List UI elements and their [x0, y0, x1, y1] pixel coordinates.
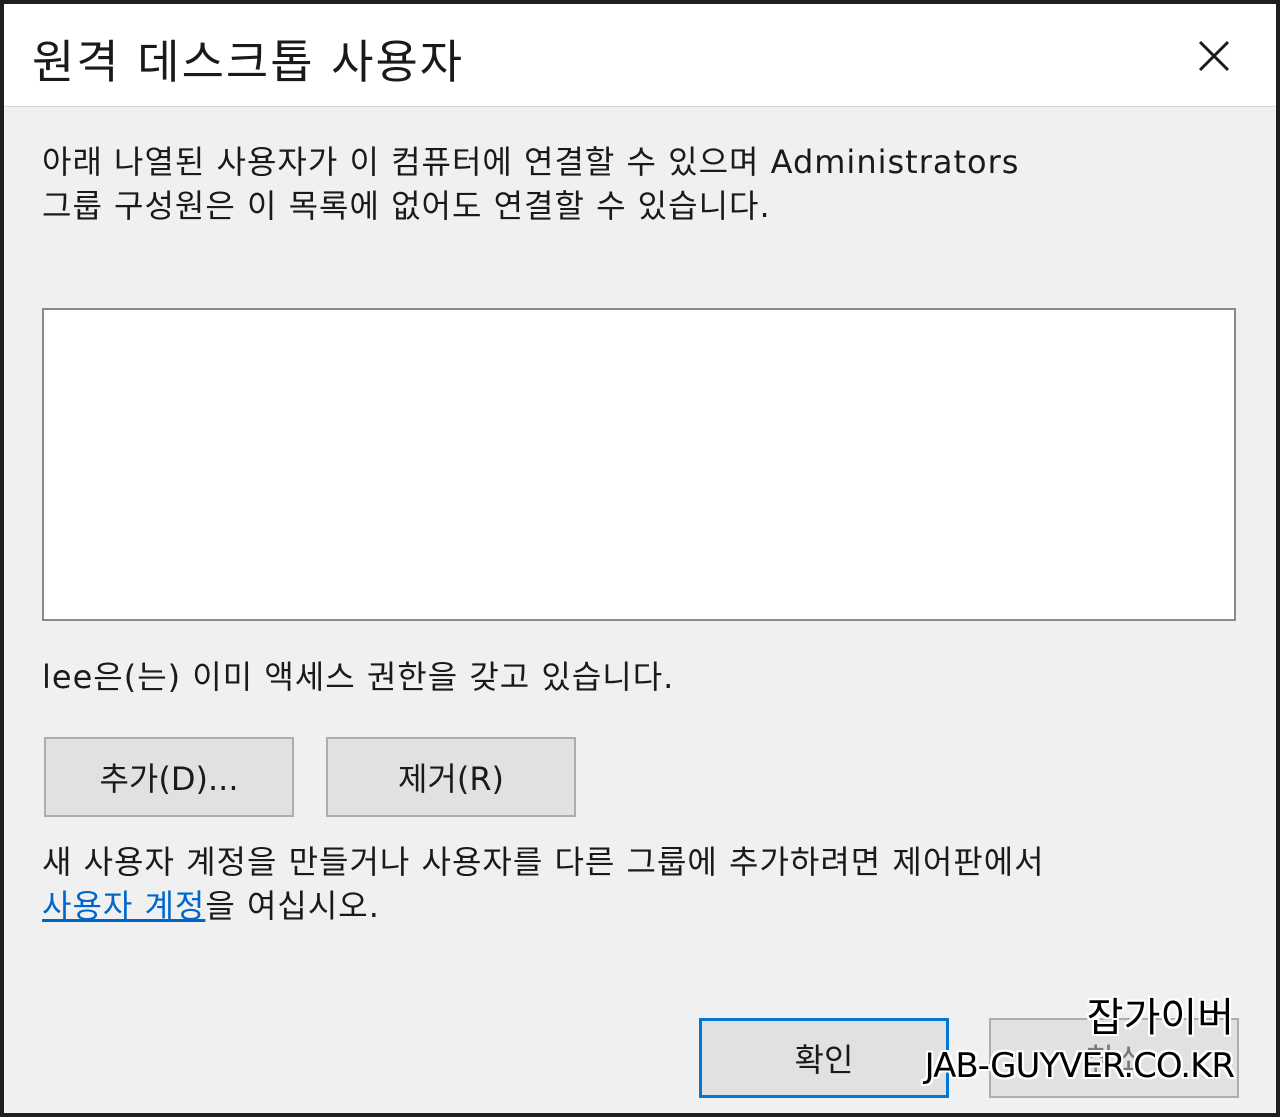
watermark-url: JAB-GUYVER.CO.KR	[924, 1046, 1235, 1086]
watermark-korean: 잡가이버	[1086, 995, 1234, 1041]
description-line-2: 그룹 구성원은 이 목록에 없어도 연결할 수 있습니다.	[42, 187, 771, 225]
watermark: 잡가이버 JAB-GUYVER.CO.KR	[924, 992, 1235, 1088]
remote-desktop-users-dialog: 원격 데스크톱 사용자 아래 나열된 사용자가 이 컴퓨터에 연결할 수 있으며…	[0, 0, 1280, 1117]
footer-note: 새 사용자 계정을 만들거나 사용자를 다른 그룹에 추가하려면 제어판에서 사…	[42, 840, 1045, 928]
description-text: 아래 나열된 사용자가 이 컴퓨터에 연결할 수 있으며 Administrat…	[42, 140, 1019, 228]
title-bar: 원격 데스크톱 사용자	[4, 4, 1276, 107]
add-user-button[interactable]: 추가(D)...	[44, 737, 294, 817]
close-icon[interactable]	[1192, 34, 1236, 78]
description-line-1: 아래 나열된 사용자가 이 컴퓨터에 연결할 수 있으며 Administrat…	[42, 143, 1020, 181]
ok-button[interactable]: 확인	[699, 1018, 949, 1098]
footer-note-suffix: 을 여십시오.	[205, 887, 380, 925]
user-list-box[interactable]	[42, 308, 1236, 621]
dialog-title: 원격 데스크톱 사용자	[32, 35, 465, 89]
footer-note-line-2: 사용자 계정을 여십시오.	[42, 884, 1045, 928]
remove-user-button[interactable]: 제거(R)	[326, 737, 576, 817]
access-status-text: lee은(는) 이미 액세스 권한을 갖고 있습니다.	[42, 658, 675, 696]
footer-note-line-1: 새 사용자 계정을 만들거나 사용자를 다른 그룹에 추가하려면 제어판에서	[42, 843, 1045, 881]
user-accounts-link[interactable]: 사용자 계정	[42, 887, 205, 925]
